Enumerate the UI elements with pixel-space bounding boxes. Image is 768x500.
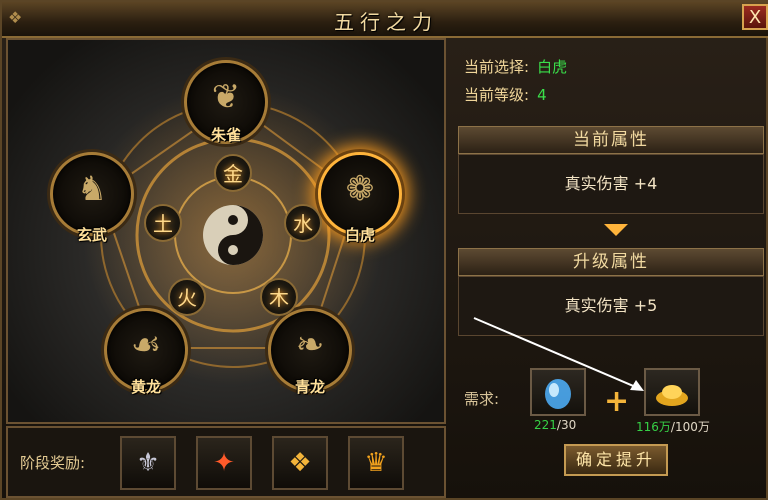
current-selection-value: 白虎 [537,58,568,76]
current-attr-header: 当前属性 [458,126,764,154]
yin-yang-icon [203,205,263,265]
white-tiger-icon: ❁ [345,169,375,209]
window-frame: ❖ 五行之力 X ❦ 朱雀 ♞ 玄武 ❁ 白虎 ☙ 黄龙 ❧ 青龙 金 水 木 … [0,0,768,500]
stage-rewards-label: 阶段奖励: [20,454,86,472]
pointer-arrow-icon [473,317,644,391]
arrow-down-icon [604,224,628,236]
element-earth: 土 [144,204,182,242]
stage-reward-slot-1[interactable]: ⚜ [120,436,176,490]
ruby-emblem-icon: ✦ [213,448,235,478]
stage-rewards-bar: 阶段奖励: ⚜ ✦ ❖ ♛ [6,426,446,498]
current-selection-row: 当前选择: 白虎 [464,56,567,77]
crown-crest-icon: ♛ [364,448,388,478]
black-tortoise-icon: ♞ [76,169,108,209]
azure-dragon-icon: ❧ [295,325,325,365]
node-label-xuanwu: 玄武 [76,226,107,244]
close-button[interactable]: X [742,4,768,30]
silver-helmet-icon: ⚜ [136,448,160,478]
stage-reward-slot-3[interactable]: ❖ [272,436,328,490]
stage-reward-slot-2[interactable]: ✦ [196,436,252,490]
current-selection-label: 当前选择: [464,58,530,76]
stage-reward-slot-4[interactable]: ♛ [348,436,404,490]
current-level-label: 当前等级: [464,86,530,104]
five-elements-arena: ❦ 朱雀 ♞ 玄武 ❁ 白虎 ☙ 黄龙 ❧ 青龙 金 水 木 火 土 [6,38,446,424]
node-label-zhuque: 朱雀 [210,126,241,144]
element-water: 水 [284,204,322,242]
element-metal: 金 [214,154,252,192]
current-level-row: 当前等级: 4 [464,84,547,105]
info-panel: 当前选择: 白虎 当前等级: 4 当前属性 真实伤害 +4 升级属性 真实伤害 +5… [454,38,766,498]
confirm-upgrade-button[interactable]: 确定提升 [564,444,668,476]
yellow-dragon-icon: ☙ [130,325,162,365]
node-label-baihu: 白虎 [344,226,375,244]
element-fire: 火 [168,278,206,316]
vermilion-bird-icon: ❦ [211,77,241,117]
title-bar: ❖ 五行之力 X [2,2,768,38]
current-level-value: 4 [537,86,547,104]
node-label-huanglong: 黄龙 [130,378,161,396]
window-title: 五行之力 [334,10,438,34]
gold-emblem-icon: ❖ [288,448,312,478]
element-wood: 木 [260,278,298,316]
upgrade-attr-header: 升级属性 [458,248,764,276]
node-label-qinglong: 青龙 [294,378,325,396]
current-attr-text: 真实伤害 +4 [458,154,764,214]
